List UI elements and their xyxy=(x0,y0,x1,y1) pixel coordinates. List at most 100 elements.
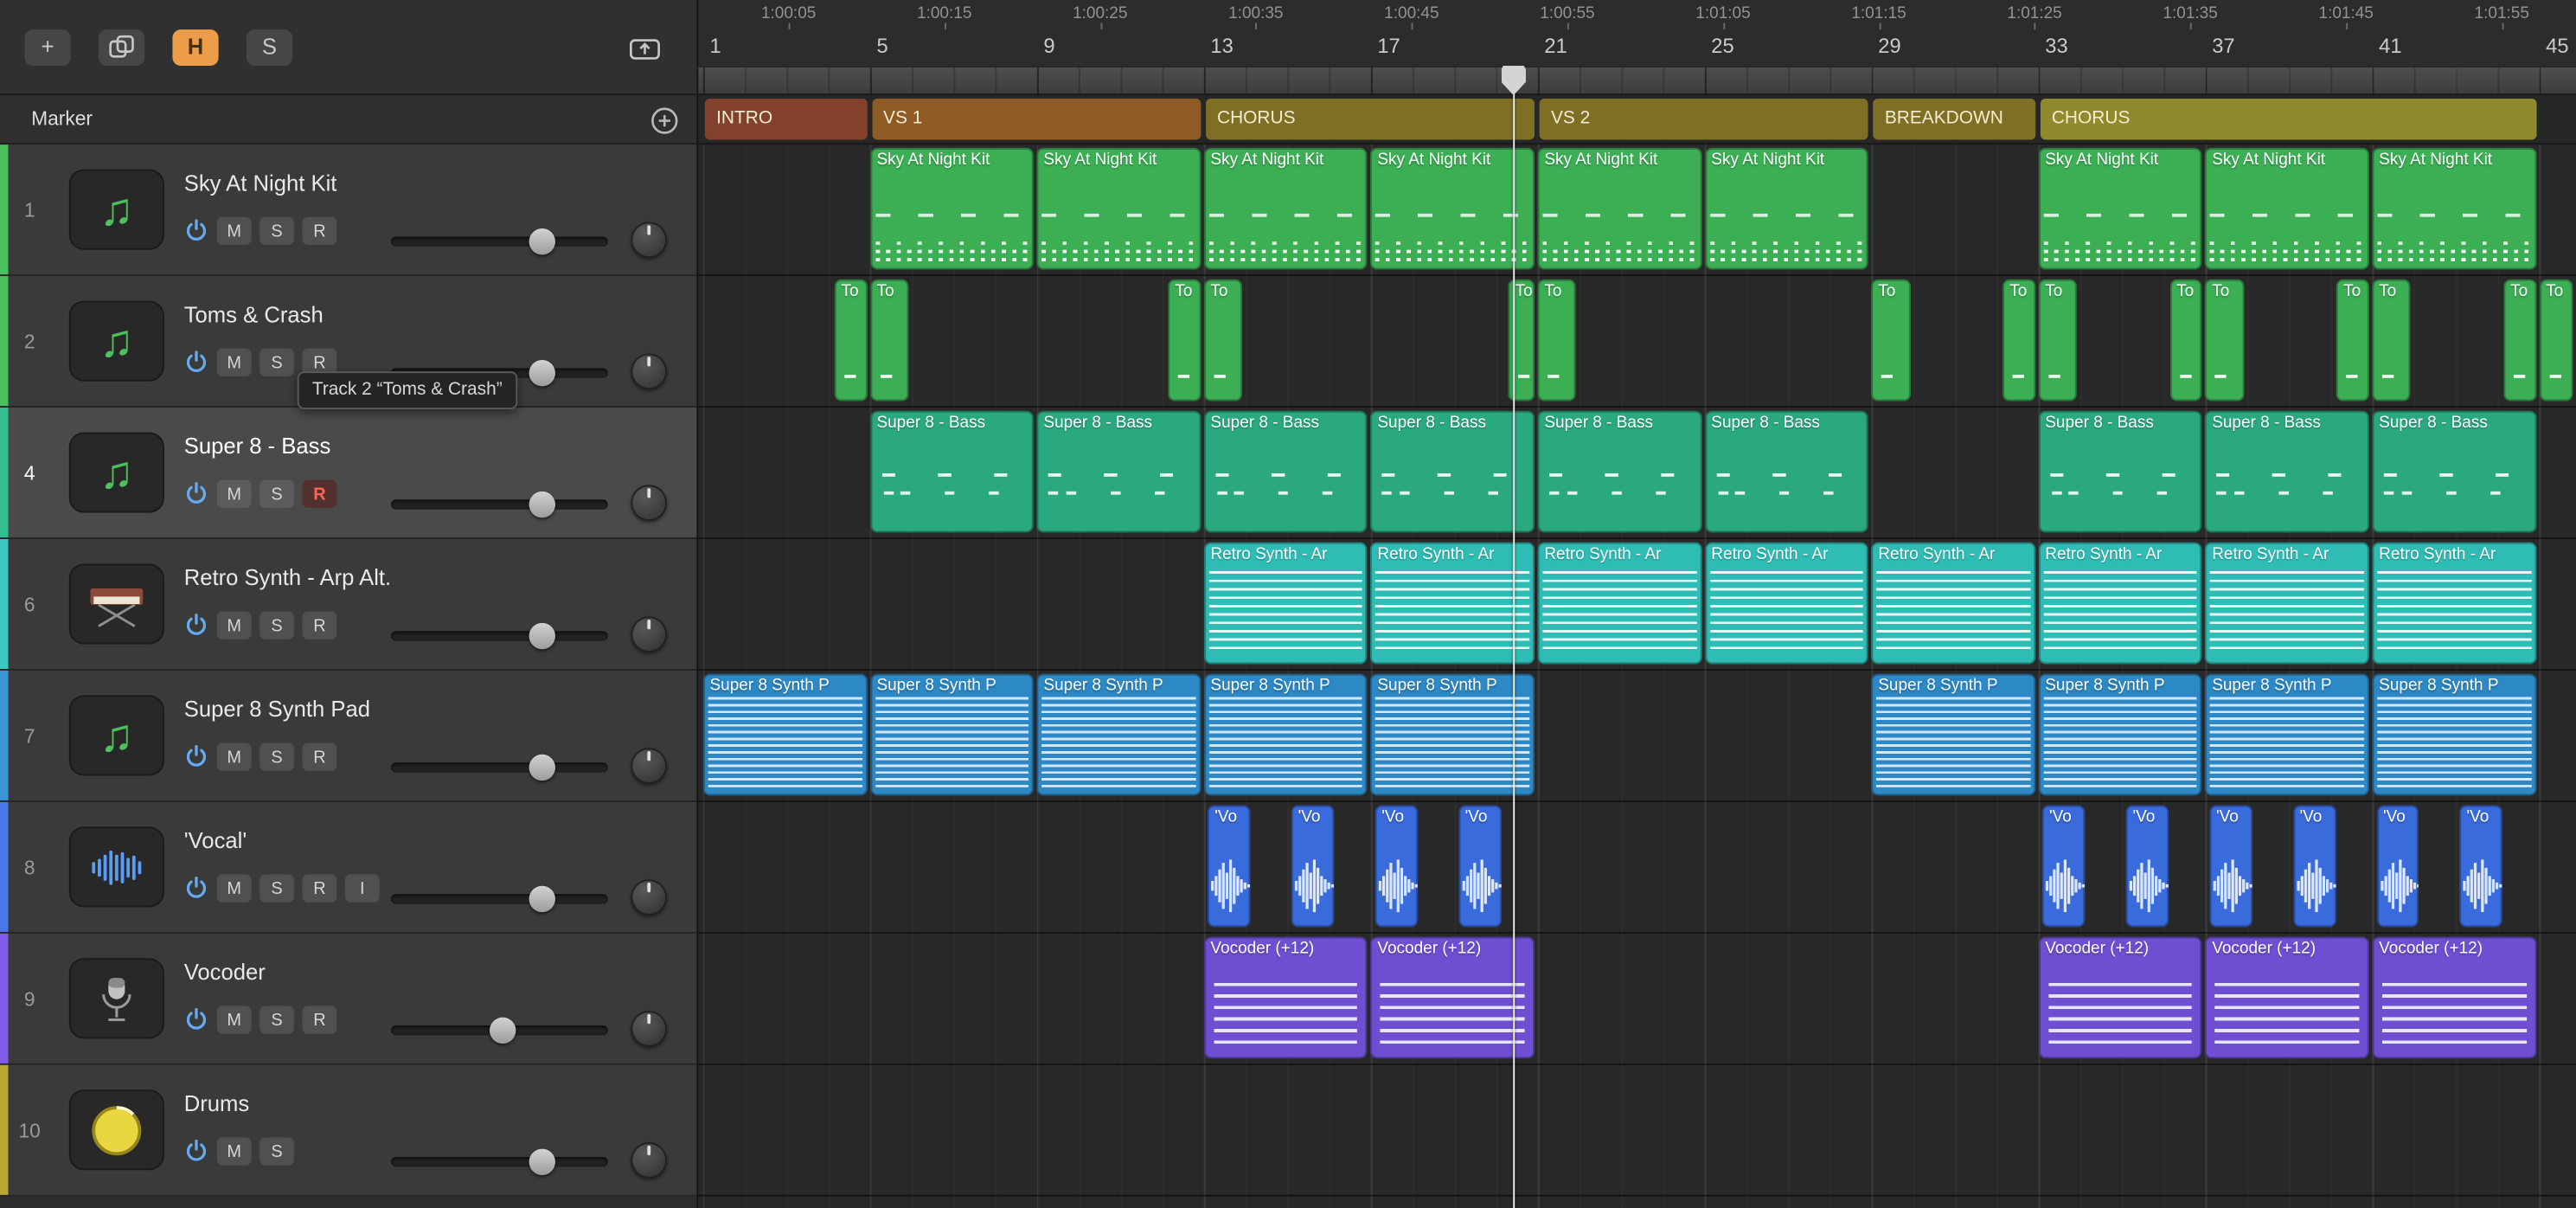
mute-button[interactable]: M xyxy=(216,611,252,639)
pan-knob[interactable] xyxy=(631,1142,668,1179)
mute-button[interactable]: M xyxy=(216,479,252,508)
region[interactable]: Super 8 Synth P xyxy=(702,673,868,796)
track-power-button[interactable] xyxy=(183,612,208,638)
volume-slider[interactable] xyxy=(391,491,608,518)
track-name[interactable]: 'Vocal' xyxy=(184,828,247,852)
mute-button[interactable]: M xyxy=(216,1137,252,1166)
region[interactable]: To xyxy=(1537,279,1577,402)
add-marker-button[interactable] xyxy=(650,106,678,134)
solo-button[interactable]: S xyxy=(260,742,294,771)
region[interactable]: Sky At Night Kit xyxy=(1370,147,1535,270)
region[interactable]: Super 8 Synth P xyxy=(2372,673,2536,796)
track-icon[interactable] xyxy=(68,826,164,908)
volume-slider-thumb[interactable] xyxy=(529,622,555,650)
track-power-button[interactable] xyxy=(183,743,208,769)
track-power-button[interactable] xyxy=(183,350,208,376)
region[interactable]: 'Vo xyxy=(1291,805,1335,928)
region[interactable]: Super 8 Synth P xyxy=(1203,673,1368,796)
track-name[interactable]: Drums xyxy=(184,1091,249,1115)
arrangement-marker[interactable]: BREAKDOWN xyxy=(1873,98,2035,140)
region[interactable]: Retro Synth - Ar xyxy=(1871,542,2035,665)
region[interactable]: Retro Synth - Ar xyxy=(2038,542,2202,665)
add-track-button[interactable]: + xyxy=(24,29,71,66)
volume-slider[interactable] xyxy=(391,228,608,255)
pan-knob[interactable] xyxy=(631,1011,668,1047)
mute-button[interactable]: M xyxy=(216,1006,252,1034)
pan-knob[interactable] xyxy=(631,222,668,259)
track-header[interactable]: 4 ♫ Super 8 - Bass M S R xyxy=(0,408,697,539)
region[interactable]: To xyxy=(1203,279,1243,402)
region[interactable]: To xyxy=(2539,279,2574,402)
input-monitor-button[interactable]: I xyxy=(344,874,380,903)
region[interactable]: Vocoder (+12) xyxy=(2205,936,2369,1059)
track-icon[interactable] xyxy=(68,1089,164,1171)
region[interactable]: Sky At Night Kit xyxy=(1036,147,1201,270)
mute-button[interactable]: M xyxy=(216,216,252,245)
region[interactable]: Super 8 Synth P xyxy=(2038,673,2202,796)
arrangement-marker[interactable]: CHORUS xyxy=(2040,98,2536,140)
region[interactable]: To xyxy=(2336,279,2369,402)
region[interactable]: Sky At Night Kit xyxy=(2205,147,2369,270)
region[interactable]: Vocoder (+12) xyxy=(2372,936,2536,1059)
region[interactable]: To xyxy=(1168,279,1201,402)
pan-knob[interactable] xyxy=(631,748,668,784)
region[interactable]: 'Vo xyxy=(2376,805,2419,928)
volume-slider-thumb[interactable] xyxy=(529,885,555,913)
track-name[interactable]: Vocoder xyxy=(184,960,266,984)
solo-button[interactable]: S xyxy=(260,216,294,245)
track-header[interactable]: 10 Drums M S xyxy=(0,1064,697,1197)
region[interactable]: Super 8 - Bass xyxy=(2205,410,2369,533)
volume-slider[interactable] xyxy=(391,1017,608,1044)
duplicate-track-button[interactable] xyxy=(98,29,145,66)
region[interactable]: Super 8 - Bass xyxy=(1036,410,1201,533)
track-icon[interactable]: ♫ xyxy=(68,432,164,513)
region[interactable]: 'Vo xyxy=(2042,805,2086,928)
volume-slider-thumb[interactable] xyxy=(529,359,555,387)
arrangement-marker[interactable]: INTRO xyxy=(704,98,868,140)
region[interactable]: Retro Synth - Ar xyxy=(1203,542,1368,665)
track-icon[interactable] xyxy=(68,563,164,645)
track-name[interactable]: Super 8 Synth Pad xyxy=(184,697,370,721)
record-button[interactable]: R xyxy=(302,479,337,508)
arrangement-marker[interactable]: VS 1 xyxy=(871,98,1201,140)
region[interactable]: Super 8 Synth P xyxy=(1871,673,2035,796)
volume-slider-thumb[interactable] xyxy=(529,754,555,781)
region[interactable]: Super 8 - Bass xyxy=(1537,410,1701,533)
arrangement-marker[interactable]: CHORUS xyxy=(1205,98,1535,140)
solo-button[interactable]: S xyxy=(260,611,294,639)
volume-slider[interactable] xyxy=(391,754,608,781)
region[interactable]: Sky At Night Kit xyxy=(1704,147,1868,270)
track-name[interactable]: Super 8 - Bass xyxy=(184,434,331,458)
region[interactable]: 'Vo xyxy=(2292,805,2336,928)
track-header[interactable]: 1 ♫ Sky At Night Kit M S R xyxy=(0,145,697,277)
region[interactable]: To xyxy=(2205,279,2245,402)
mute-button[interactable]: M xyxy=(216,742,252,771)
track-header[interactable]: 6 Retro Synth - Arp Alt. M S R xyxy=(0,538,697,671)
track-name[interactable]: Toms & Crash xyxy=(184,302,324,326)
arrangement-marker[interactable]: VS 2 xyxy=(1539,98,1868,140)
region[interactable]: Retro Synth - Ar xyxy=(1370,542,1535,665)
solo-button[interactable]: S xyxy=(260,348,294,376)
region[interactable]: To xyxy=(2503,279,2536,402)
record-button[interactable]: R xyxy=(302,611,337,639)
region[interactable]: To xyxy=(2372,279,2412,402)
region[interactable]: Super 8 - Bass xyxy=(1203,410,1368,533)
record-button[interactable]: R xyxy=(302,874,337,903)
region[interactable]: To xyxy=(2169,279,2202,402)
track-power-button[interactable] xyxy=(183,218,208,244)
playhead-line[interactable] xyxy=(1512,65,1515,1208)
volume-slider-thumb[interactable] xyxy=(529,228,555,255)
region[interactable]: Super 8 Synth P xyxy=(1036,673,1201,796)
track-name[interactable]: Sky At Night Kit xyxy=(184,171,337,196)
track-power-button[interactable] xyxy=(183,1006,208,1032)
region[interactable]: Sky At Night Kit xyxy=(2038,147,2202,270)
region[interactable]: 'Vo xyxy=(2209,805,2252,928)
region[interactable]: Retro Synth - Ar xyxy=(2205,542,2369,665)
region[interactable]: Super 8 - Bass xyxy=(1704,410,1868,533)
region[interactable]: To xyxy=(2038,279,2078,402)
region[interactable]: 'Vo xyxy=(1208,805,1251,928)
region[interactable]: 'Vo xyxy=(1458,805,1502,928)
solo-button[interactable]: S xyxy=(260,479,294,508)
track-icon[interactable] xyxy=(68,958,164,1039)
region[interactable]: Vocoder (+12) xyxy=(1203,936,1368,1059)
